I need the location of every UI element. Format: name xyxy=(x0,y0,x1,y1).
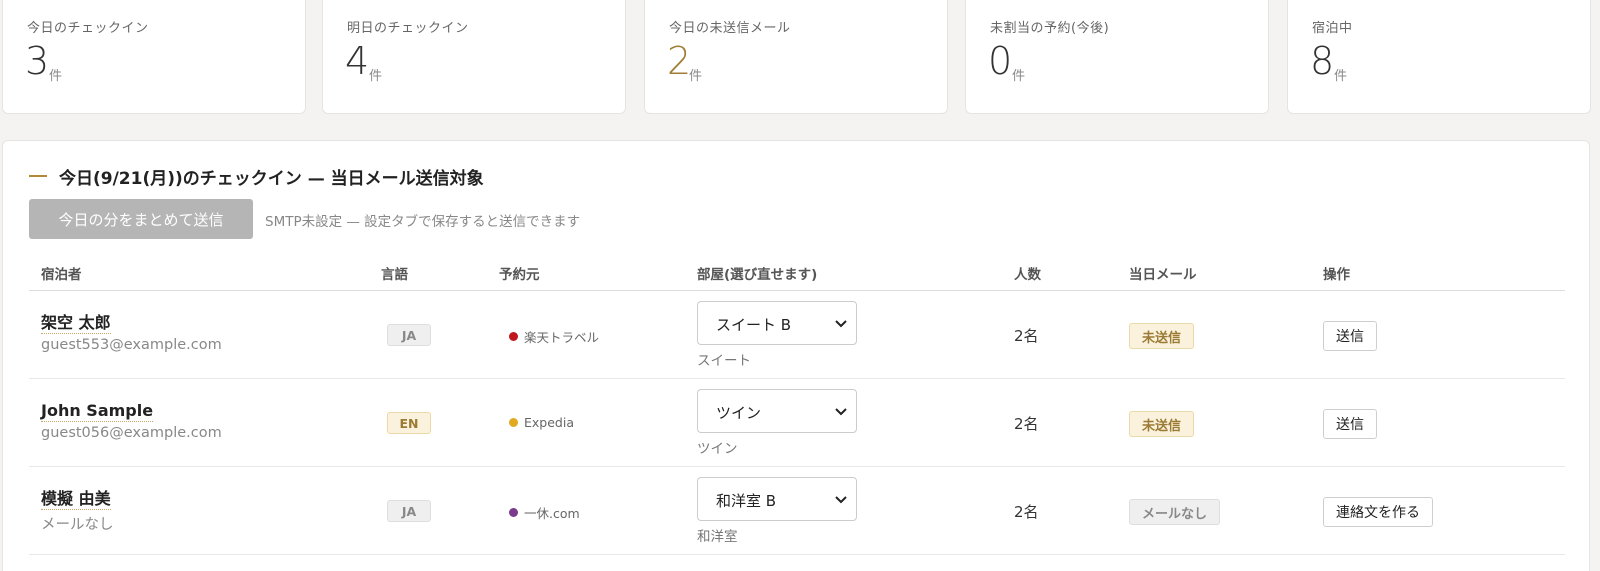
stat-card-staying: 宿泊中 8 件 xyxy=(1287,0,1591,114)
checkin-panel: 今日(9/21(月))のチェックイン — 当日メール送信対象 今日の分をまとめて… xyxy=(2,140,1590,571)
compose-message-button[interactable]: 連絡文を作る xyxy=(1323,497,1433,527)
booking-source: 楽天トラベル xyxy=(509,327,599,346)
stat-value: 4 xyxy=(345,39,370,83)
guest-name[interactable]: 模擬 由美 xyxy=(41,489,111,510)
language-badge: EN xyxy=(387,412,431,434)
stat-card-unassigned: 未割当の予約(今後) 0 件 xyxy=(965,0,1269,114)
source-dot-icon xyxy=(509,418,518,427)
room-type: スイート xyxy=(697,353,751,369)
send-button[interactable]: 送信 xyxy=(1323,409,1377,439)
th-mail: 当日メール xyxy=(1129,267,1197,283)
stat-card-unsent-mail: 今日の未送信メール 2 件 xyxy=(644,0,948,114)
table-row: 架空 太郎 guest553@example.com JA 楽天トラベル スイー… xyxy=(29,291,1565,379)
stat-label: 今日のチェックイン xyxy=(27,21,149,36)
guest-count: 2名 xyxy=(1014,503,1039,521)
source-name: 楽天トラベル xyxy=(524,330,600,345)
table-row: John Sample guest056@example.com EN Expe… xyxy=(29,379,1565,467)
stat-value: 2 xyxy=(667,39,692,83)
th-room: 部屋(選び直せます) xyxy=(697,267,818,283)
stat-unit: 件 xyxy=(49,69,63,84)
stat-value: 3 xyxy=(25,39,50,83)
guest-count: 2名 xyxy=(1014,327,1039,345)
guest-email: guest553@example.com xyxy=(41,337,222,353)
table-row: 模擬 由美 メールなし JA 一休.com 和洋室 B 和洋室 2名 メールなし… xyxy=(29,467,1565,555)
section-title: 今日(9/21(月))のチェックイン — 当日メール送信対象 xyxy=(29,165,484,189)
stat-label: 今日の未送信メール xyxy=(669,21,791,36)
section-accent-bar xyxy=(29,175,47,177)
th-source: 予約元 xyxy=(499,267,540,283)
mail-status-badge: 未送信 xyxy=(1129,411,1195,437)
stat-value: 8 xyxy=(1310,39,1335,83)
th-action: 操作 xyxy=(1323,267,1350,283)
th-people: 人数 xyxy=(1014,267,1041,283)
mail-status-badge: 未送信 xyxy=(1129,323,1195,349)
stat-label: 宿泊中 xyxy=(1312,21,1353,36)
room-select[interactable]: 和洋室 B xyxy=(697,477,857,521)
room-select[interactable]: ツイン xyxy=(697,389,857,433)
smtp-note: SMTP未設定 — 設定タブで保存すると送信できます xyxy=(265,214,581,230)
send-button[interactable]: 送信 xyxy=(1323,321,1377,351)
source-name: 一休.com xyxy=(524,506,580,521)
booking-source: Expedia xyxy=(509,415,574,430)
source-dot-icon xyxy=(509,332,518,341)
chevron-down-icon xyxy=(835,496,847,504)
source-dot-icon xyxy=(509,508,518,517)
guest-count: 2名 xyxy=(1014,415,1039,433)
stat-unit: 件 xyxy=(1334,69,1348,84)
stat-card-tomorrow-checkin: 明日のチェックイン 4 件 xyxy=(322,0,626,114)
room-select-value: ツイン xyxy=(716,404,762,422)
guest-name[interactable]: 架空 太郎 xyxy=(41,313,111,334)
room-type: ツイン xyxy=(697,441,738,457)
stat-unit: 件 xyxy=(689,69,703,84)
bulk-send-button[interactable]: 今日の分をまとめて送信 xyxy=(29,199,253,239)
room-type: 和洋室 xyxy=(697,529,738,545)
source-name: Expedia xyxy=(524,415,574,430)
language-badge: JA xyxy=(387,500,431,522)
room-select-value: スイート B xyxy=(716,316,792,334)
language-badge: JA xyxy=(387,324,431,346)
guest-email: guest056@example.com xyxy=(41,425,222,441)
mail-status-badge: メールなし xyxy=(1129,499,1221,525)
table-header: 宿泊者 言語 予約元 部屋(選び直せます) 人数 当日メール 操作 xyxy=(29,257,1565,291)
stat-label: 未割当の予約(今後) xyxy=(990,21,1110,36)
guest-name[interactable]: John Sample xyxy=(41,401,154,422)
room-select[interactable]: スイート B xyxy=(697,301,857,345)
th-guest: 宿泊者 xyxy=(41,267,82,283)
stat-unit: 件 xyxy=(1012,69,1026,84)
room-select-value: 和洋室 B xyxy=(716,492,777,510)
guest-email: メールなし xyxy=(41,517,114,533)
th-language: 言語 xyxy=(381,267,408,283)
stat-value: 0 xyxy=(988,39,1013,83)
section-title-text: 今日(9/21(月))のチェックイン — 当日メール送信対象 xyxy=(59,168,484,189)
stats-bar: 今日のチェックイン 3 件 明日のチェックイン 4 件 今日の未送信メール 2 … xyxy=(0,0,1600,114)
stat-label: 明日のチェックイン xyxy=(347,21,469,36)
stat-card-today-checkin: 今日のチェックイン 3 件 xyxy=(2,0,306,114)
chevron-down-icon xyxy=(835,408,847,416)
booking-source: 一休.com xyxy=(509,503,580,522)
chevron-down-icon xyxy=(835,320,847,328)
stat-unit: 件 xyxy=(369,69,383,84)
